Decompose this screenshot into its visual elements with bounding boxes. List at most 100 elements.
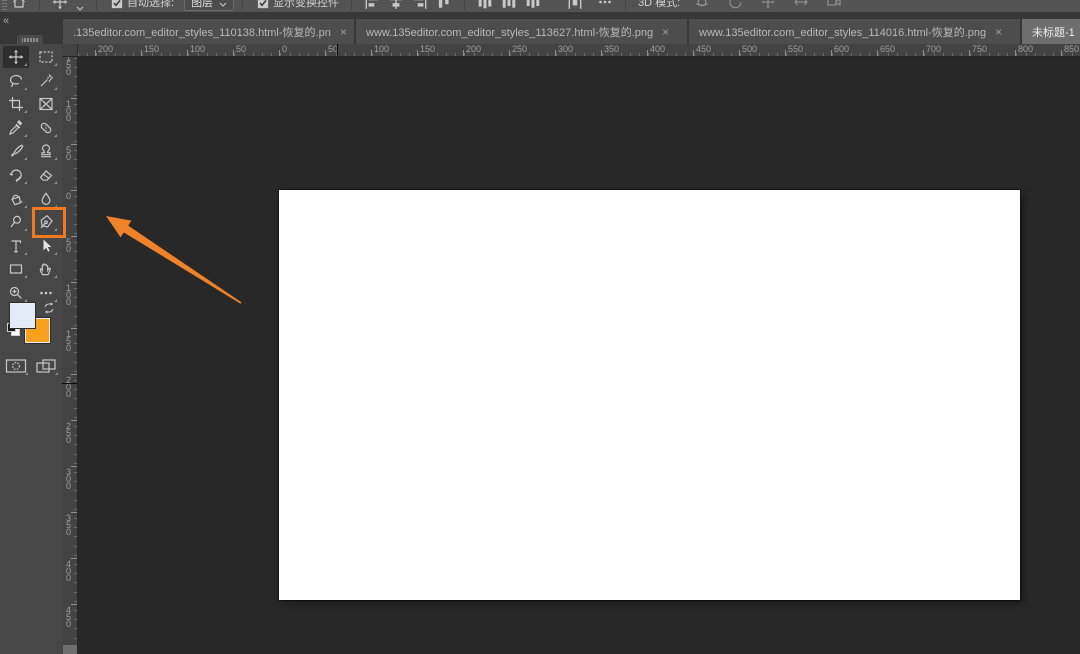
separator (96, 0, 97, 11)
brush-tool[interactable] (3, 140, 29, 162)
eraser-tool[interactable] (33, 164, 59, 186)
document-tab-2[interactable]: www.135editor.com_editor_styles_113627.h… (356, 19, 687, 44)
healing-brush-tool[interactable] (33, 117, 59, 139)
close-icon[interactable]: × (995, 26, 1002, 38)
ruler-label: 5 0 (66, 237, 72, 254)
close-icon[interactable]: × (340, 26, 347, 38)
paint-bucket-tool[interactable] (3, 188, 29, 210)
chevron-down-icon (219, 0, 227, 7)
path-selection-tool[interactable] (33, 235, 59, 257)
scrollbar-corner (63, 645, 77, 654)
auto-select-checkbox[interactable] (111, 0, 123, 9)
ruler-label: 3 5 0 (66, 513, 72, 537)
lasso-tool[interactable] (3, 70, 29, 92)
document-tab-3[interactable]: www.135editor.com_editor_styles_114016.h… (689, 19, 1020, 44)
ruler-label: 100 (190, 44, 206, 54)
ruler-origin-corner[interactable] (62, 44, 78, 57)
close-icon[interactable]: × (662, 26, 669, 38)
distribute-right-icon[interactable] (525, 0, 541, 10)
edit-toolbar[interactable] (33, 282, 59, 304)
ruler-label: 750 (972, 44, 988, 54)
ruler-label: 150 (144, 44, 160, 54)
separator (39, 0, 40, 11)
rectangular-marquee-tool[interactable] (33, 46, 59, 68)
document-tab-1[interactable]: .135editor.com_editor_styles_110138.html… (63, 19, 354, 44)
options-bar-grip[interactable] (2, 0, 7, 10)
auto-select-label: 自动选择: (127, 0, 175, 9)
hand-tool[interactable] (33, 258, 59, 280)
ruler-label: 0 (282, 44, 288, 54)
separator (242, 0, 244, 11)
options-bar: 自动选择: 图层 显示变换控件 3D 模式: (0, 0, 1080, 12)
zoom-tool[interactable] (3, 282, 29, 304)
ruler-label: 3 0 0 (66, 467, 72, 491)
mode-3d-label: 3D 模式: (638, 0, 681, 9)
show-transform-label: 显示变换控件 (273, 0, 340, 9)
ruler-label: 350 (604, 44, 620, 54)
align-icons-group (360, 0, 456, 10)
move-tool[interactable] (3, 46, 29, 68)
ruler-label: 0 (66, 191, 72, 201)
home-icon[interactable] (11, 0, 27, 10)
clone-stamp-tool[interactable] (33, 140, 59, 162)
ruler-label: 1 5 0 (66, 329, 72, 353)
history-brush-tool[interactable] (3, 164, 29, 186)
collapse-panels-chevron[interactable]: « (3, 16, 9, 27)
align-top-edges-icon[interactable] (436, 0, 452, 10)
show-transform-checkbox[interactable] (257, 0, 269, 9)
align-horizontal-centers-icon[interactable] (388, 0, 404, 10)
ruler-label: 550 (788, 44, 804, 54)
vertical-ruler[interactable]: 1 5 0 1 0 0 5 0 0 5 0 1 0 0 1 5 0 2 0 0 2 5 0 3 0… (62, 56, 78, 654)
ruler-label: 200 (98, 44, 114, 54)
ruler-label: 300 (558, 44, 574, 54)
camera-3d-icon[interactable] (826, 0, 842, 10)
align-right-edges-icon[interactable] (412, 0, 428, 10)
ruler-label: 800 (1018, 44, 1034, 54)
cursor-position-marker-horizontal (337, 44, 338, 56)
dodge-tool[interactable] (3, 211, 29, 233)
horizontal-ruler[interactable]: 200 150 100 50 0 50 100 150 200 250 300 350 400 450 50… (62, 44, 1080, 57)
cursor-position-marker-vertical (62, 383, 77, 384)
ruler-label: 100 (374, 44, 390, 54)
document-tabs: .135editor.com_editor_styles_110138.html… (63, 19, 1080, 44)
move-tool-preset-icon[interactable] (52, 0, 68, 10)
tab-title: 未标题-1 (1032, 26, 1075, 39)
crop-tool[interactable] (3, 93, 29, 115)
rectangle-shape-tool[interactable] (3, 258, 29, 280)
ruler-label: 1 5 0 (66, 56, 72, 77)
document-tab-4-active[interactable]: 未标题-1 (1022, 19, 1080, 44)
photoshop-window: { "options_bar": { "home_icon": "home", … (0, 0, 1080, 654)
foreground-color-swatch[interactable] (10, 303, 35, 328)
annotation-arrow (106, 216, 242, 304)
chevron-down-icon[interactable] (76, 0, 84, 11)
auto-select-target-dropdown[interactable]: 图层 (184, 0, 235, 11)
tool-panel (0, 44, 62, 654)
type-tool[interactable] (3, 235, 29, 257)
extra-icons-group (563, 0, 587, 10)
magic-wand-tool[interactable] (33, 70, 59, 92)
slide-3d-icon[interactable] (793, 0, 809, 10)
more-options-icon[interactable] (597, 0, 613, 10)
pen-tool-highlight-box (32, 207, 66, 238)
orbit-3d-icon[interactable] (694, 0, 710, 10)
tab-title: www.135editor.com_editor_styles_114016.h… (699, 26, 987, 39)
ruler-label: 1 0 0 (66, 283, 72, 307)
distribute-left-icon[interactable] (477, 0, 493, 10)
distribute-spacing-icon[interactable] (567, 0, 583, 10)
distribute-horizontal-centers-icon[interactable] (501, 0, 517, 10)
tool-panel-grip[interactable] (17, 35, 43, 44)
distribute-icons-group (473, 0, 545, 10)
pan-3d-icon[interactable] (760, 0, 776, 10)
ruler-label: 5 0 (66, 145, 72, 162)
ruler-label: 2 0 0 (66, 375, 72, 399)
ruler-label: 1 0 0 (66, 99, 72, 123)
align-left-edges-icon[interactable] (364, 0, 380, 10)
roll-3d-icon[interactable] (727, 0, 743, 10)
mode-3d-icons-group (690, 0, 846, 10)
eyedropper-tool[interactable] (3, 117, 29, 139)
ruler-label: 4 0 0 (66, 559, 72, 583)
quick-mask-mode-button[interactable] (3, 356, 29, 376)
frame-tool[interactable] (33, 93, 59, 115)
document-canvas[interactable] (279, 190, 1020, 600)
screen-mode-button[interactable] (33, 356, 59, 376)
